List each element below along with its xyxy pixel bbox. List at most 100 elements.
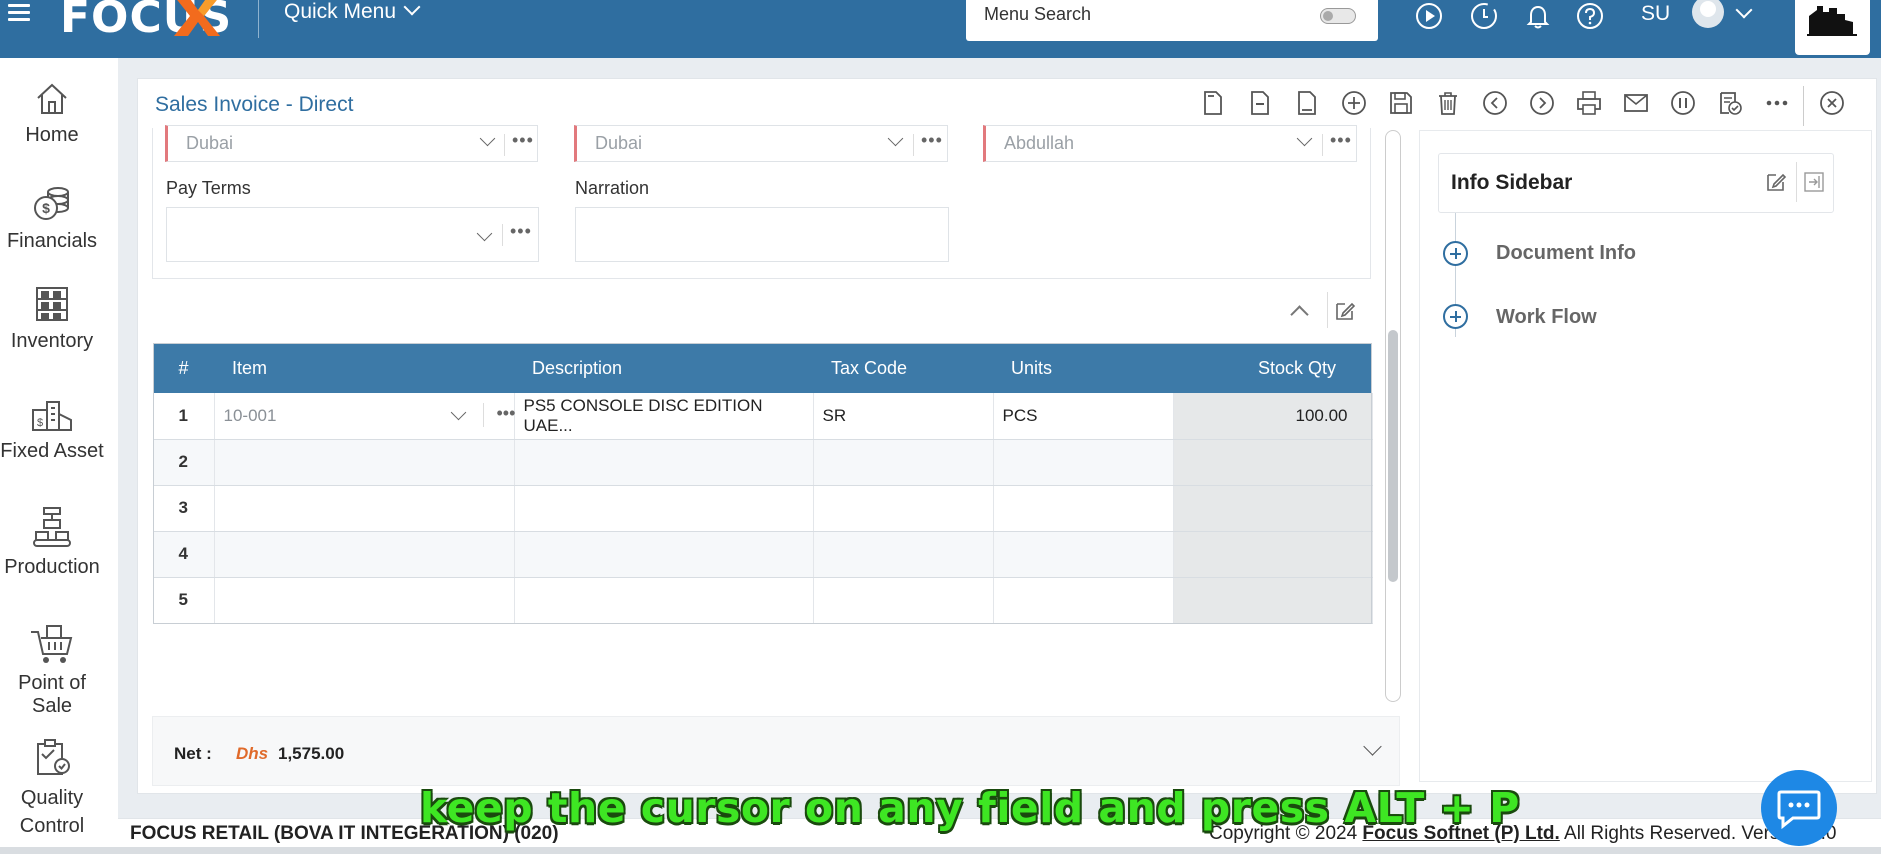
- quick-menu-button[interactable]: Quick Menu: [284, 0, 421, 24]
- nav-item-financials[interactable]: $ Financials: [0, 184, 104, 253]
- column-header-description[interactable]: Description: [514, 343, 813, 393]
- item-cell[interactable]: [214, 531, 515, 578]
- item-cell[interactable]: 10-001 •••: [214, 393, 516, 440]
- table-row: 3: [153, 485, 1373, 532]
- chevron-down-icon[interactable]: [1296, 130, 1313, 147]
- tax-code-cell[interactable]: [813, 439, 994, 486]
- new-icon[interactable]: [1200, 90, 1226, 116]
- help-icon[interactable]: [1576, 2, 1604, 30]
- nav-item-home[interactable]: Home: [0, 80, 104, 147]
- units-cell[interactable]: [993, 485, 1174, 532]
- chevron-down-icon[interactable]: [887, 130, 904, 147]
- description-cell[interactable]: [514, 531, 814, 578]
- user-avatar[interactable]: [1692, 0, 1724, 28]
- column-header-tax-code[interactable]: Tax Code: [813, 343, 993, 393]
- item-cell[interactable]: [214, 439, 515, 486]
- pause-icon[interactable]: [1670, 90, 1696, 116]
- description-cell[interactable]: [514, 485, 814, 532]
- user-initials[interactable]: SU: [1641, 2, 1670, 26]
- next-icon[interactable]: [1529, 90, 1555, 116]
- cell-separator: [482, 403, 484, 427]
- stock-qty-cell: [1173, 577, 1373, 624]
- document-info-item[interactable]: Document Info: [1496, 242, 1636, 265]
- stock-qty-cell: [1173, 485, 1373, 532]
- nav-item-quality-control[interactable]: Quality Control: [0, 738, 104, 840]
- nav-item-fixed-asset[interactable]: $ Fixed Asset: [0, 394, 104, 463]
- user-menu-chevron-icon[interactable]: [1735, 1, 1753, 19]
- chevron-down-icon[interactable]: [450, 404, 466, 421]
- chevron-down-icon[interactable]: [479, 130, 496, 147]
- tax-code-cell[interactable]: SR: [813, 393, 994, 440]
- more-options-icon[interactable]: •••: [1330, 130, 1352, 151]
- narration-textarea[interactable]: [575, 207, 949, 262]
- menu-search-box: [966, 0, 1378, 41]
- item-cell[interactable]: [214, 485, 515, 532]
- email-icon[interactable]: [1623, 90, 1649, 116]
- units-cell[interactable]: [993, 531, 1174, 578]
- edit-icon[interactable]: [1765, 171, 1787, 193]
- tax-code-cell[interactable]: [813, 577, 994, 624]
- play-icon[interactable]: [1415, 2, 1443, 30]
- warehouse-field[interactable]: Dubai •••: [574, 125, 948, 162]
- nav-item-point-of-sale[interactable]: Point of Sale: [0, 622, 104, 718]
- add-icon[interactable]: [1341, 90, 1367, 116]
- nav-item-inventory[interactable]: Inventory: [0, 284, 104, 353]
- column-header-stock-qty[interactable]: Stock Qty: [1173, 343, 1372, 393]
- column-header-units[interactable]: Units: [993, 343, 1173, 393]
- more-options-icon[interactable]: •••: [510, 221, 532, 242]
- more-icon[interactable]: [1764, 90, 1790, 116]
- save-icon[interactable]: [1388, 90, 1414, 116]
- more-options-icon[interactable]: •••: [921, 130, 943, 151]
- table-row: 2: [153, 439, 1373, 486]
- more-options-icon[interactable]: •••: [512, 130, 534, 151]
- row-number: 2: [153, 439, 215, 486]
- building-logo-icon: [1807, 6, 1857, 36]
- units-cell[interactable]: [993, 439, 1174, 486]
- description-cell[interactable]: PS5 CONSOLE DISC EDITION UAE...: [514, 393, 814, 440]
- clock-icon[interactable]: [1470, 2, 1498, 30]
- chevron-down-icon: [403, 0, 421, 16]
- search-toggle[interactable]: [1320, 8, 1356, 24]
- edit-grid-icon[interactable]: [1334, 300, 1356, 322]
- shelves-icon: [36, 287, 68, 321]
- hamburger-menu-icon[interactable]: [8, 4, 30, 22]
- menu-search-input[interactable]: [984, 4, 1284, 25]
- salesman-field[interactable]: Abdullah •••: [983, 125, 1357, 162]
- item-cell[interactable]: [214, 577, 515, 624]
- pay-terms-field[interactable]: •••: [166, 207, 539, 262]
- previous-icon[interactable]: [1482, 90, 1508, 116]
- chat-button[interactable]: [1761, 770, 1837, 846]
- nav-item-production[interactable]: Production: [0, 506, 104, 579]
- delete-icon[interactable]: [1435, 90, 1461, 116]
- expand-work-flow-icon[interactable]: [1443, 304, 1468, 329]
- tax-code-cell[interactable]: [813, 531, 994, 578]
- collapse-sidebar-icon[interactable]: [1803, 171, 1825, 193]
- row-number: 3: [153, 485, 215, 532]
- svg-text:$: $: [37, 417, 43, 429]
- minus-doc-icon[interactable]: [1247, 90, 1273, 116]
- item-value: 10-001: [223, 405, 277, 425]
- scrollbar-thumb[interactable]: [1388, 330, 1398, 582]
- column-header-item[interactable]: Item: [214, 343, 514, 393]
- units-cell[interactable]: PCS: [993, 393, 1174, 440]
- quick-menu-label: Quick Menu: [284, 0, 397, 23]
- field-separator: [913, 134, 914, 156]
- expand-document-info-icon[interactable]: [1443, 241, 1468, 266]
- nav-label-point-of-sale: Point of Sale: [18, 672, 86, 717]
- checklist-icon[interactable]: [1717, 90, 1743, 116]
- tax-code-cell[interactable]: [813, 485, 994, 532]
- description-cell[interactable]: [514, 439, 814, 486]
- doc-icon[interactable]: [1294, 90, 1320, 116]
- description-cell[interactable]: [514, 577, 814, 624]
- close-icon[interactable]: [1819, 90, 1845, 116]
- net-value: 1,575.00: [278, 744, 345, 763]
- location-field[interactable]: Dubai •••: [165, 125, 538, 162]
- nav-label-home: Home: [25, 124, 79, 146]
- chevron-down-icon[interactable]: [476, 225, 493, 242]
- units-cell[interactable]: [993, 577, 1174, 624]
- print-icon[interactable]: [1576, 90, 1602, 116]
- column-header-number: #: [153, 343, 214, 393]
- work-flow-item[interactable]: Work Flow: [1496, 306, 1597, 329]
- more-options-icon[interactable]: •••: [497, 403, 516, 424]
- bell-icon[interactable]: [1524, 2, 1552, 30]
